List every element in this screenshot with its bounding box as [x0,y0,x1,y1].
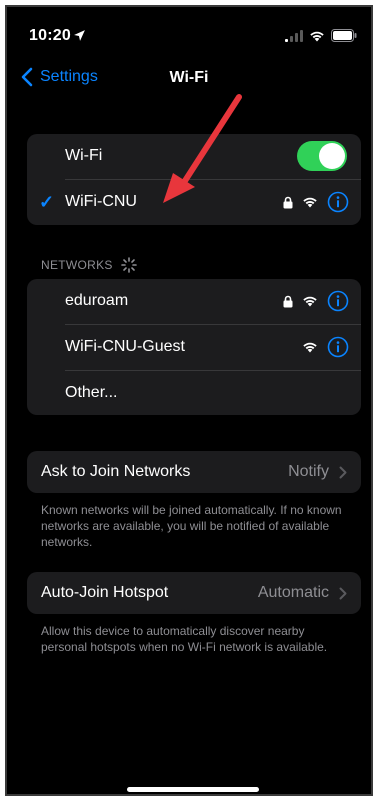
ask-to-join-row[interactable]: Ask to Join Networks Notify [27,451,361,493]
ask-to-join-footer: Known networks will be joined automatica… [41,503,342,549]
network-name: WiFi-CNU-Guest [65,338,185,355]
auto-join-footer: Allow this device to automatically disco… [41,624,328,654]
wifi-toggle[interactable] [297,141,347,171]
signal-icon [285,29,303,42]
home-indicator[interactable] [127,787,259,792]
status-icons [285,29,357,42]
ask-to-join-group: Ask to Join Networks Notify [27,451,361,493]
auto-join-label: Auto-Join Hotspot [41,584,169,601]
phone-screen: 10:20 Settings Wi-Fi Wi-Fi ✓ WiFi-CNU NE… [5,5,373,796]
connected-network-icons [283,191,349,213]
ask-to-join-value-wrap: Notify [288,463,347,481]
chevron-right-icon [339,587,347,599]
network-icons [283,290,349,312]
page-title: Wi-Fi [169,69,209,86]
wifi-icon [303,342,317,353]
auto-join-value-wrap: Automatic [258,584,347,602]
network-icons [302,336,349,358]
lock-icon [283,196,293,208]
info-icon[interactable] [327,191,349,213]
network-name: eduroam [65,292,129,309]
toggle-knob [319,143,345,169]
networks-group: eduroam WiFi-CNU-Guest Other... [27,279,361,415]
wifi-icon [310,31,324,41]
auto-join-value: Automatic [257,584,329,601]
chevron-right-icon [339,466,347,478]
auto-join-group: Auto-Join Hotspot Automatic [27,572,361,614]
annotation-arrow [163,94,242,203]
other-network-label: Other... [65,384,118,401]
location-arrow-icon [74,30,85,41]
spinner-icon [120,257,137,273]
networks-header-label: NETWORKS [41,258,113,272]
info-icon[interactable] [327,336,349,358]
wifi-toggle-label: Wi-Fi [65,147,103,164]
status-time: 10:20 [29,27,71,44]
checkmark-icon: ✓ [39,191,55,212]
wifi-icon [303,197,317,208]
battery-icon [331,29,357,42]
wifi-icon [303,296,317,307]
connected-network-name: WiFi-CNU [65,193,137,210]
network-row-other[interactable]: Other... [27,371,361,415]
ask-to-join-label: Ask to Join Networks [41,463,191,480]
auto-join-row[interactable]: Auto-Join Hotspot Automatic [27,572,361,614]
ask-to-join-value: Notify [288,463,329,480]
network-row-wifi-cnu-guest[interactable]: WiFi-CNU-Guest [27,325,361,369]
network-row-eduroam[interactable]: eduroam [27,279,361,323]
info-icon[interactable] [327,290,349,312]
lock-icon [283,295,293,307]
networks-header: NETWORKS [41,257,137,273]
